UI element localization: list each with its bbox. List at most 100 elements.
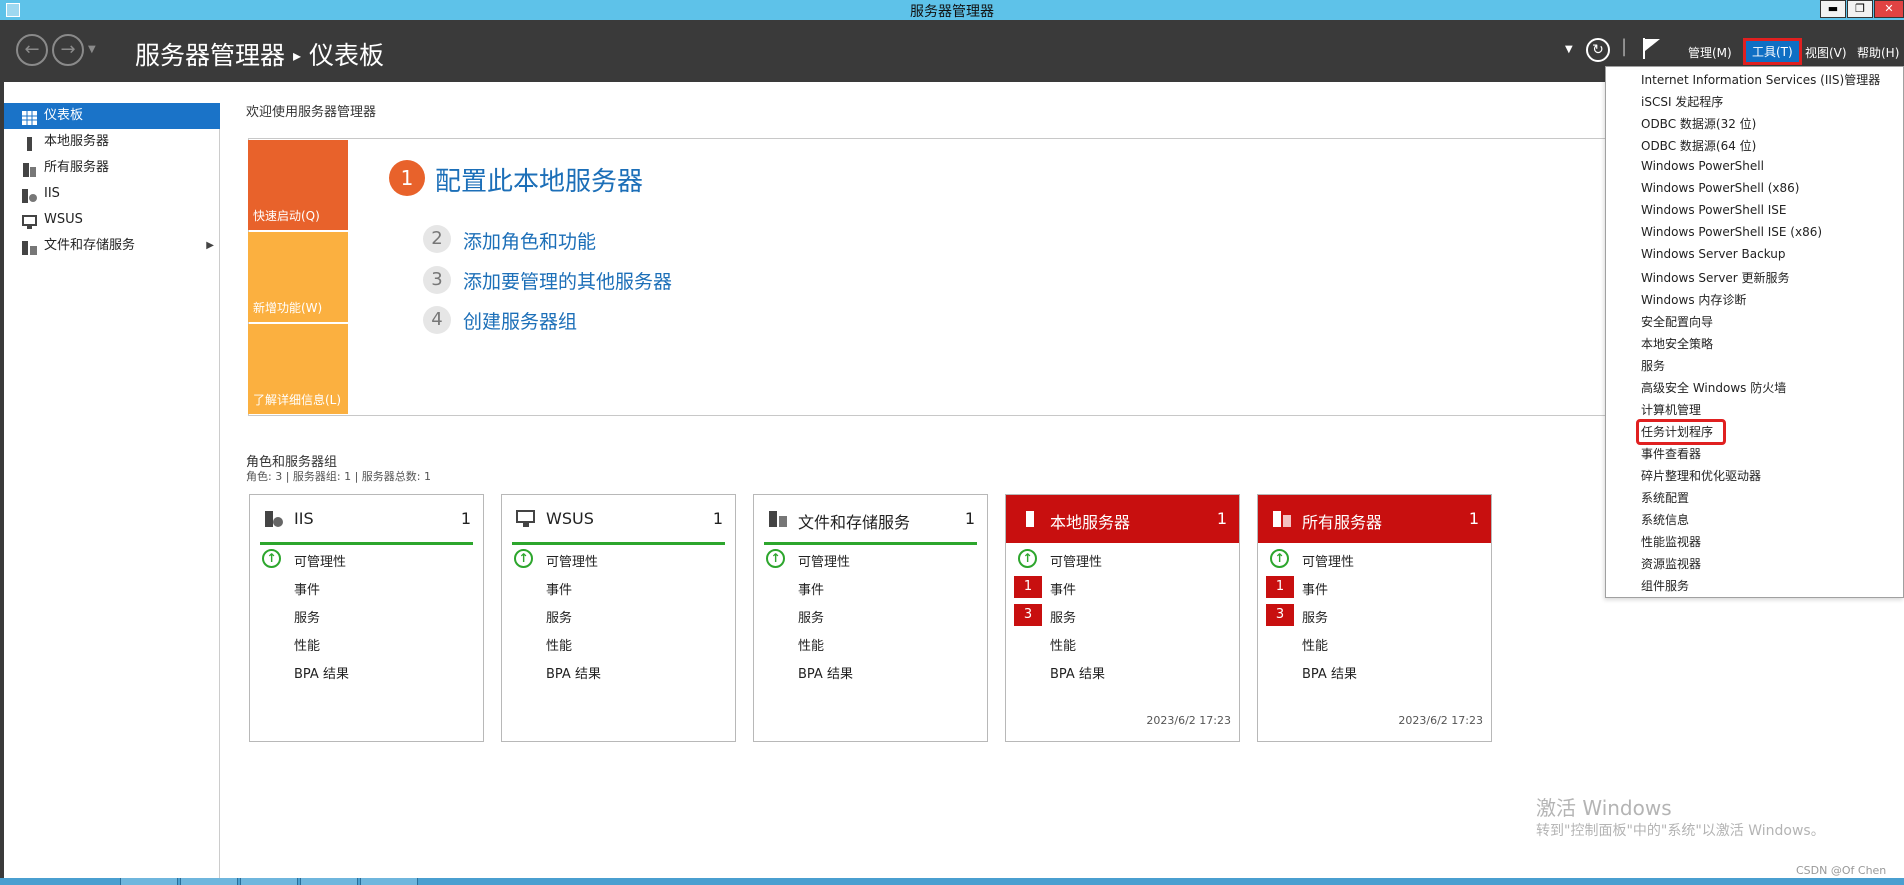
card-row-services[interactable]: 服务 (1050, 607, 1076, 626)
taskbar-button[interactable] (180, 878, 238, 885)
menu-item-event-viewer[interactable]: 事件查看器 (1641, 445, 1701, 462)
card-row-bpa[interactable]: BPA 结果 (546, 663, 601, 682)
close-button[interactable]: ✕ (1874, 0, 1904, 18)
card-row-manageability[interactable]: 可管理性 (1050, 551, 1102, 570)
sidebar-item-iis[interactable]: IIS (4, 181, 220, 207)
menu-item-performance-monitor[interactable]: 性能监视器 (1641, 533, 1701, 550)
services-alert-badge[interactable]: 3 (1266, 604, 1294, 626)
menu-item-task-scheduler[interactable]: 任务计划程序 (1641, 423, 1713, 440)
card-header[interactable]: IIS 1 (250, 495, 483, 544)
menu-item-powershell-ise-x86[interactable]: Windows PowerShell ISE (x86) (1641, 225, 1822, 239)
card-row-performance[interactable]: 性能 (546, 635, 572, 654)
breadcrumb-root[interactable]: 服务器管理器 (135, 41, 285, 70)
notifications-flag-icon[interactable] (1641, 36, 1663, 64)
ok-arrow-icon: ↑ (1270, 549, 1289, 568)
taskbar-button[interactable] (360, 878, 418, 885)
card-header[interactable]: 所有服务器 1 (1258, 495, 1491, 543)
card-header[interactable]: WSUS 1 (502, 495, 735, 544)
card-row-performance[interactable]: 性能 (1302, 635, 1328, 654)
card-header[interactable]: 文件和存储服务 1 (754, 495, 987, 544)
menu-item-resource-monitor[interactable]: 资源监视器 (1641, 555, 1701, 572)
card-row-manageability[interactable]: 可管理性 (546, 551, 598, 570)
expand-arrow-icon[interactable]: ▶ (206, 233, 214, 259)
roles-subtitle: 角色: 3 | 服务器组: 1 | 服务器总数: 1 (246, 470, 432, 483)
events-alert-badge[interactable]: 1 (1014, 576, 1042, 598)
create-server-group-link[interactable]: 创建服务器组 (463, 307, 577, 334)
role-card-iis[interactable]: IIS 1 ↑ 可管理性 事件 服务 性能 BPA 结果 (249, 494, 484, 742)
card-header[interactable]: 本地服务器 1 (1006, 495, 1239, 543)
role-card-all-servers[interactable]: 所有服务器 1 ↑ 可管理性 1 事件 3 服务 性能 BPA 结果 2023/… (1257, 494, 1492, 742)
menu-item-powershell-x86[interactable]: Windows PowerShell (x86) (1641, 181, 1799, 195)
menu-item-memory-diagnostic[interactable]: Windows 内存诊断 (1641, 291, 1746, 308)
add-servers-link[interactable]: 添加要管理的其他服务器 (463, 267, 672, 294)
welcome-title: 欢迎使用服务器管理器 (246, 105, 377, 120)
card-row-services[interactable]: 服务 (546, 607, 572, 626)
card-row-bpa[interactable]: BPA 结果 (1050, 663, 1105, 682)
sidebar-item-all-servers[interactable]: 所有服务器 (4, 155, 220, 181)
menu-item-powershell[interactable]: Windows PowerShell (1641, 159, 1764, 173)
taskbar-button[interactable] (240, 878, 298, 885)
menu-view[interactable]: 视图(V) (1805, 44, 1847, 61)
card-row-services[interactable]: 服务 (294, 607, 320, 626)
card-row-manageability[interactable]: 可管理性 (294, 551, 346, 570)
sidebar-item-wsus[interactable]: WSUS (4, 207, 220, 233)
card-row-performance[interactable]: 性能 (1050, 635, 1076, 654)
menu-item-security-config-wizard[interactable]: 安全配置向导 (1641, 313, 1713, 330)
tile-quick-start[interactable]: 快速启动(Q) (248, 140, 348, 230)
menu-item-firewall[interactable]: 高级安全 Windows 防火墙 (1641, 379, 1786, 396)
card-row-manageability[interactable]: 可管理性 (1302, 551, 1354, 570)
forward-button[interactable]: → (52, 34, 84, 66)
card-row-performance[interactable]: 性能 (798, 635, 824, 654)
taskbar-button[interactable] (300, 878, 358, 885)
menu-item-odbc64[interactable]: ODBC 数据源(64 位) (1641, 137, 1756, 154)
role-card-file-storage[interactable]: 文件和存储服务 1 ↑ 可管理性 事件 服务 性能 BPA 结果 (753, 494, 988, 742)
menu-manage[interactable]: 管理(M) (1688, 44, 1732, 61)
menu-item-iis-manager[interactable]: Internet Information Services (IIS)管理器 (1641, 71, 1880, 88)
menu-tools[interactable]: 工具(T) (1743, 38, 1802, 65)
menu-item-component-services[interactable]: 组件服务 (1641, 577, 1689, 594)
history-dropdown-icon[interactable]: ▼ (88, 44, 96, 55)
menu-item-powershell-ise[interactable]: Windows PowerShell ISE (1641, 203, 1787, 217)
menu-help[interactable]: 帮助(H) (1857, 44, 1899, 61)
sidebar-item-dashboard[interactable]: 仪表板 (4, 103, 220, 129)
menu-item-system-config[interactable]: 系统配置 (1641, 489, 1689, 506)
role-card-wsus[interactable]: WSUS 1 ↑ 可管理性 事件 服务 性能 BPA 结果 (501, 494, 736, 742)
card-row-services[interactable]: 服务 (1302, 607, 1328, 626)
card-row-bpa[interactable]: BPA 结果 (294, 663, 349, 682)
card-row-events[interactable]: 事件 (294, 579, 320, 598)
events-alert-badge[interactable]: 1 (1266, 576, 1294, 598)
card-row-events[interactable]: 事件 (1302, 579, 1328, 598)
card-row-events[interactable]: 事件 (798, 579, 824, 598)
menu-item-defrag[interactable]: 碎片整理和优化驱动器 (1641, 467, 1761, 484)
tile-whats-new[interactable]: 新增功能(W) (248, 232, 348, 322)
card-row-performance[interactable]: 性能 (294, 635, 320, 654)
card-row-bpa[interactable]: BPA 结果 (798, 663, 853, 682)
tile-learn-more[interactable]: 了解详细信息(L) (248, 324, 348, 414)
configure-local-server-link[interactable]: 配置此本地服务器 (435, 161, 643, 198)
back-button[interactable]: ← (16, 34, 48, 66)
menu-item-system-info[interactable]: 系统信息 (1641, 511, 1689, 528)
menu-item-iscsi[interactable]: iSCSI 发起程序 (1641, 93, 1723, 110)
sidebar-item-local-server[interactable]: 本地服务器 (4, 129, 220, 155)
taskbar-button[interactable] (120, 878, 178, 885)
menu-item-services[interactable]: 服务 (1641, 357, 1665, 374)
refresh-icon[interactable]: ↻ (1586, 38, 1610, 62)
card-row-events[interactable]: 事件 (546, 579, 572, 598)
menu-item-computer-management[interactable]: 计算机管理 (1641, 401, 1701, 418)
card-row-events[interactable]: 事件 (1050, 579, 1076, 598)
sidebar-item-file-storage[interactable]: 文件和存储服务 ▶ (4, 233, 220, 259)
role-card-local-server[interactable]: 本地服务器 1 ↑ 可管理性 1 事件 3 服务 性能 BPA 结果 2023/… (1005, 494, 1240, 742)
step-2-number: 2 (423, 225, 451, 253)
menu-item-odbc32[interactable]: ODBC 数据源(32 位) (1641, 115, 1756, 132)
restore-button[interactable]: ❐ (1847, 0, 1873, 18)
add-roles-link[interactable]: 添加角色和功能 (463, 227, 596, 254)
menu-item-local-security-policy[interactable]: 本地安全策略 (1641, 335, 1713, 352)
notifications-dropdown-icon[interactable]: ▼ (1565, 44, 1573, 55)
services-alert-badge[interactable]: 3 (1014, 604, 1042, 626)
card-row-bpa[interactable]: BPA 结果 (1302, 663, 1357, 682)
menu-item-wsus[interactable]: Windows Server 更新服务 (1641, 269, 1790, 286)
card-row-services[interactable]: 服务 (798, 607, 824, 626)
menu-item-server-backup[interactable]: Windows Server Backup (1641, 247, 1786, 261)
minimize-button[interactable]: ▬ (1820, 0, 1846, 18)
card-row-manageability[interactable]: 可管理性 (798, 551, 850, 570)
